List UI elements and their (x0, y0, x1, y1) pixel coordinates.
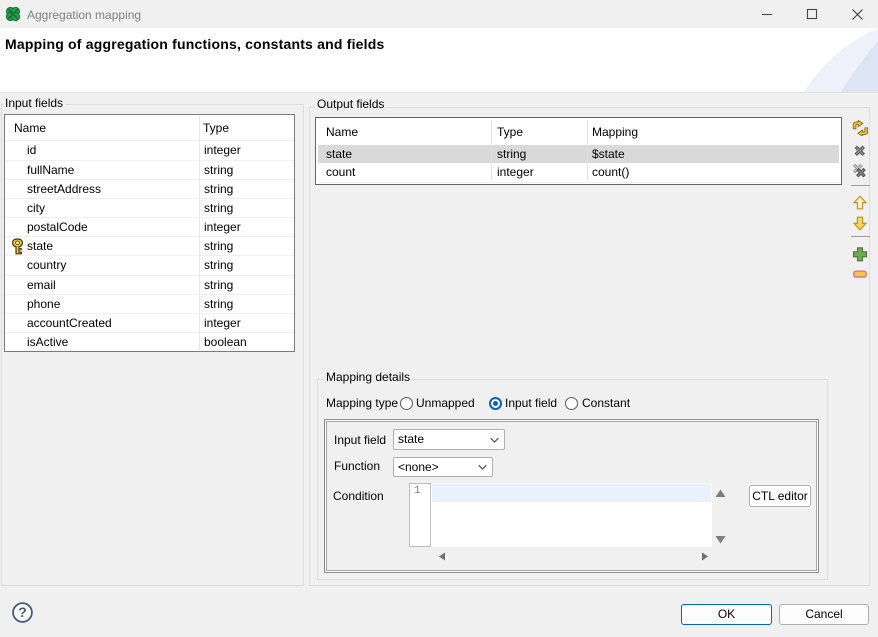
svg-text:?: ? (18, 604, 27, 620)
